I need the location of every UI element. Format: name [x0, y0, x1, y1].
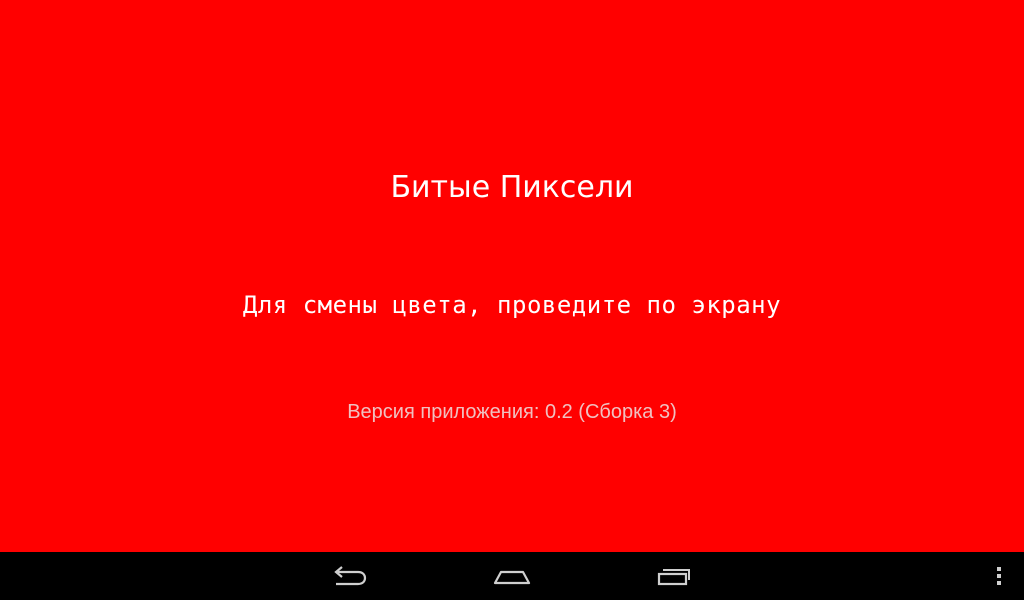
app-version-text: Версия приложения: 0.2 (Сборка 3)	[347, 401, 677, 423]
home-button[interactable]	[472, 552, 552, 600]
overflow-menu-icon	[997, 567, 1001, 585]
back-icon	[334, 566, 367, 586]
app-title: Битые Пиксели	[390, 170, 634, 205]
recents-icon	[657, 569, 690, 586]
back-button[interactable]	[310, 552, 390, 600]
swipe-hint-text: Для смены цвета, проведите по экрану	[242, 291, 782, 319]
overflow-menu-button[interactable]	[984, 552, 1014, 600]
color-test-screen[interactable]: Битые Пиксели Для смены цвета, проведите…	[0, 0, 1024, 552]
recents-button[interactable]	[634, 552, 714, 600]
home-icon	[493, 570, 531, 585]
system-navigation-bar	[0, 552, 1024, 600]
